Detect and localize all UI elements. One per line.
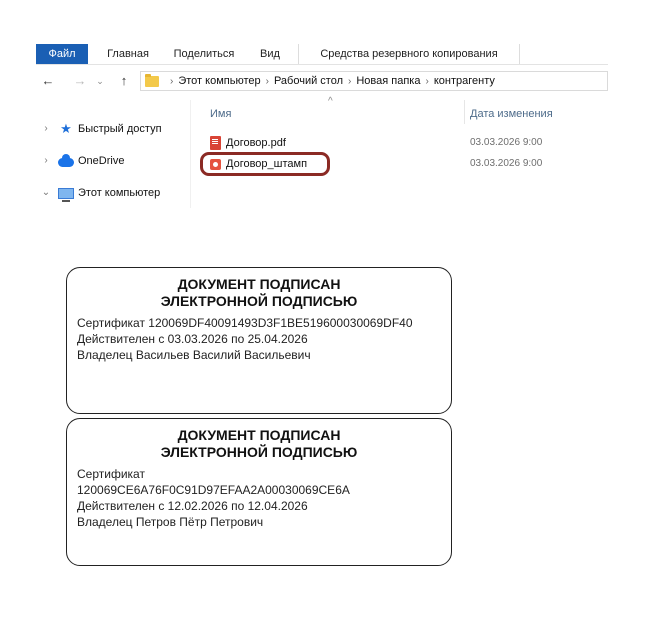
address-bar[interactable]: › Этот компьютер › Рабочий стол › Новая … <box>140 71 608 91</box>
folder-icon <box>145 73 159 87</box>
signature-stamp: ДОКУМЕНТ ПОДПИСАН ЭЛЕКТРОННОЙ ПОДПИСЬЮ С… <box>66 418 452 566</box>
breadcrumb-separator-icon[interactable]: › <box>266 76 269 87</box>
chevron-right-icon[interactable]: › <box>40 120 52 138</box>
breadcrumb-desktop[interactable]: Рабочий стол <box>274 75 343 87</box>
nav-item-quick-access[interactable]: › ★ Быстрый доступ <box>40 120 162 138</box>
nav-item-onedrive[interactable]: › OneDrive <box>40 152 124 170</box>
stamp-owner: Владелец Петров Пётр Петрович <box>77 515 264 529</box>
chevron-down-icon[interactable]: ⌄ <box>40 184 52 202</box>
pane-divider[interactable] <box>190 100 191 208</box>
breadcrumb-this-pc[interactable]: Этот компьютер <box>178 75 260 87</box>
stamp-owner: Владелец Васильев Василий Васильевич <box>77 348 311 362</box>
nav-item-label: Этот компьютер <box>78 187 161 199</box>
up-arrow-icon[interactable]: ↑ <box>116 71 132 91</box>
column-header-date[interactable]: Дата изменения <box>470 108 553 120</box>
column-divider[interactable] <box>464 100 465 124</box>
sort-caret-icon: ^ <box>328 96 333 107</box>
star-icon: ★ <box>60 121 72 136</box>
chevron-down-icon[interactable]: ⌄ <box>92 71 108 91</box>
tab-share[interactable]: Поделиться <box>166 44 242 64</box>
forward-arrow-icon[interactable]: → <box>72 71 88 91</box>
file-date: 03.03.2026 9:00 <box>470 158 543 169</box>
breadcrumb-separator-icon[interactable]: › <box>348 76 351 87</box>
computer-icon <box>58 187 74 202</box>
stamp-validity: Действителен с 12.02.2026 по 12.04.2026 <box>77 499 308 513</box>
back-arrow-icon[interactable]: ← <box>40 71 56 91</box>
tab-home[interactable]: Главная <box>92 44 164 64</box>
stamp-validity: Действителен с 03.03.2026 по 25.04.2026 <box>77 332 308 346</box>
breadcrumb-new-folder[interactable]: Новая папка <box>356 75 420 87</box>
nav-item-label: OneDrive <box>78 155 125 167</box>
nav-item-this-pc[interactable]: ⌄ Этот компьютер <box>40 184 160 202</box>
highlight-annotation <box>200 152 330 176</box>
stamp-title-line: ДОКУМЕНТ ПОДПИСАН <box>177 276 341 292</box>
chevron-right-icon[interactable]: › <box>40 152 52 170</box>
file-name: Договор.pdf <box>226 137 286 149</box>
tab-backup-tools[interactable]: Средства резервного копирования <box>298 44 520 64</box>
breadcrumb-current[interactable]: контрагенту <box>434 75 495 87</box>
tab-view[interactable]: Вид <box>252 44 288 64</box>
column-header-name[interactable]: Имя <box>210 108 231 120</box>
stamp-certificate: Сертификат 120069DF40091493D3F1BE5196000… <box>77 316 413 330</box>
file-row[interactable]: Договор.pdf <box>210 135 286 151</box>
nav-item-label: Быстрый доступ <box>78 123 162 135</box>
signature-stamp: ДОКУМЕНТ ПОДПИСАН ЭЛЕКТРОННОЙ ПОДПИСЬЮ С… <box>66 267 452 414</box>
tab-file[interactable]: Файл <box>36 44 88 64</box>
stamp-title-line: ДОКУМЕНТ ПОДПИСАН <box>177 427 341 443</box>
stamp-title-line: ЭЛЕКТРОННОЙ ПОДПИСЬЮ <box>160 444 358 460</box>
pdf-file-icon <box>210 136 221 150</box>
breadcrumb-separator-icon[interactable]: › <box>425 76 428 87</box>
stamp-title-line: ЭЛЕКТРОННОЙ ПОДПИСЬЮ <box>160 293 358 309</box>
breadcrumb-separator-icon[interactable]: › <box>170 76 173 87</box>
cloud-icon <box>58 154 74 167</box>
file-date: 03.03.2026 9:00 <box>470 137 543 148</box>
stamp-certificate-number: 120069CE6A76F0C91D97EFAA2A00030069CE6A <box>77 483 350 497</box>
ribbon-tabs: Файл Главная Поделиться Вид Средства рез… <box>36 44 608 65</box>
stamp-certificate-label: Сертификат <box>77 467 145 481</box>
